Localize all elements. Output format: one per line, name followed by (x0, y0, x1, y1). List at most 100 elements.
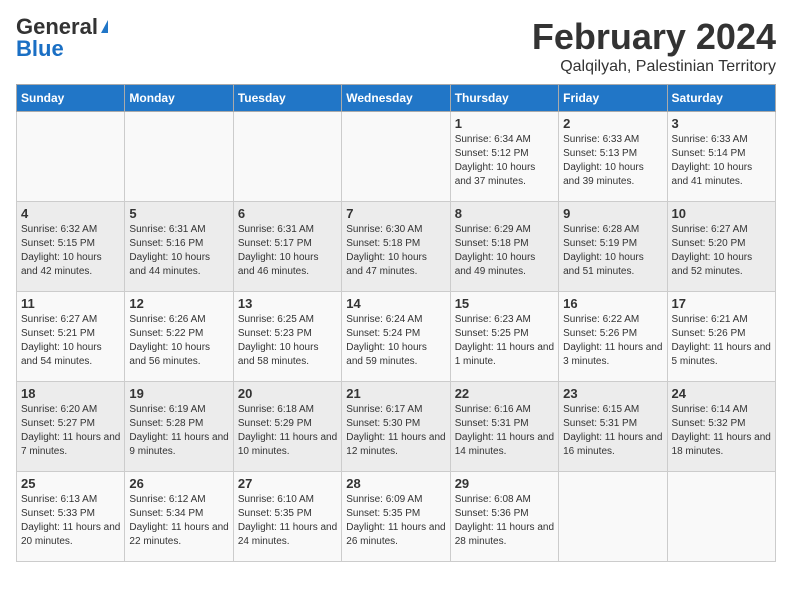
calendar-cell: 19Sunrise: 6:19 AM Sunset: 5:28 PM Dayli… (125, 382, 233, 472)
day-number: 9 (563, 206, 662, 221)
day-detail: Sunrise: 6:34 AM Sunset: 5:12 PM Dayligh… (455, 133, 554, 189)
day-detail: Sunrise: 6:32 AM Sunset: 5:15 PM Dayligh… (21, 223, 120, 279)
logo-general-text: General (16, 16, 98, 38)
day-number: 28 (346, 476, 445, 491)
day-detail: Sunrise: 6:31 AM Sunset: 5:17 PM Dayligh… (238, 223, 337, 279)
day-number: 2 (563, 116, 662, 131)
day-detail: Sunrise: 6:10 AM Sunset: 5:35 PM Dayligh… (238, 493, 337, 549)
calendar-cell: 16Sunrise: 6:22 AM Sunset: 5:26 PM Dayli… (559, 292, 667, 382)
calendar-cell: 25Sunrise: 6:13 AM Sunset: 5:33 PM Dayli… (17, 472, 125, 562)
day-number: 5 (129, 206, 228, 221)
weekday-header-friday: Friday (559, 85, 667, 112)
day-number: 15 (455, 296, 554, 311)
day-number: 27 (238, 476, 337, 491)
calendar-cell: 18 Sunrise: 6:20 AM Sunset: 5:27 PM Dayli… (17, 382, 125, 472)
calendar-cell: 26Sunrise: 6:12 AM Sunset: 5:34 PM Dayli… (125, 472, 233, 562)
day-number: 25 (21, 476, 120, 491)
day-number: 1 (455, 116, 554, 131)
calendar-cell: 2 Sunrise: 6:33 AM Sunset: 5:13 PM Daylig… (559, 112, 667, 202)
day-number: 29 (455, 476, 554, 491)
day-detail: Sunrise: 6:27 AM Sunset: 5:21 PM Dayligh… (21, 313, 120, 369)
day-number: 8 (455, 206, 554, 221)
week-row-1: 1 Sunrise: 6:34 AM Sunset: 5:12 PM Daylig… (17, 112, 776, 202)
calendar-cell (342, 112, 450, 202)
calendar-cell: 3Sunrise: 6:33 AM Sunset: 5:14 PM Daylig… (667, 112, 775, 202)
day-detail: Sunrise: 6:30 AM Sunset: 5:18 PM Dayligh… (346, 223, 445, 279)
calendar-cell: 29 Sunrise: 6:08 AM Sunset: 5:36 PM Dayli… (450, 472, 558, 562)
calendar-cell: 22 Sunrise: 6:16 AM Sunset: 5:31 PM Dayli… (450, 382, 558, 472)
day-detail: Sunrise: 6:15 AM Sunset: 5:31 PM Dayligh… (563, 403, 662, 459)
week-row-4: 18 Sunrise: 6:20 AM Sunset: 5:27 PM Dayli… (17, 382, 776, 472)
day-number: 12 (129, 296, 228, 311)
day-number: 6 (238, 206, 337, 221)
day-detail: Sunrise: 6:08 AM Sunset: 5:36 PM Dayligh… (455, 493, 554, 549)
day-detail: Sunrise: 6:18 AM Sunset: 5:29 PM Dayligh… (238, 403, 337, 459)
calendar-cell: 20 Sunrise: 6:18 AM Sunset: 5:29 PM Dayli… (233, 382, 341, 472)
day-detail: Sunrise: 6:20 AM Sunset: 5:27 PM Dayligh… (21, 403, 120, 459)
day-number: 13 (238, 296, 337, 311)
day-number: 16 (563, 296, 662, 311)
day-detail: Sunrise: 6:27 AM Sunset: 5:20 PM Dayligh… (672, 223, 771, 279)
month-title: February 2024 (532, 16, 776, 58)
weekday-header-saturday: Saturday (667, 85, 775, 112)
weekday-header-monday: Monday (125, 85, 233, 112)
calendar-cell (125, 112, 233, 202)
calendar-cell: 17Sunrise: 6:21 AM Sunset: 5:26 PM Dayli… (667, 292, 775, 382)
day-number: 23 (563, 386, 662, 401)
week-row-5: 25Sunrise: 6:13 AM Sunset: 5:33 PM Dayli… (17, 472, 776, 562)
calendar-cell: 7 Sunrise: 6:30 AM Sunset: 5:18 PM Daylig… (342, 202, 450, 292)
day-number: 22 (455, 386, 554, 401)
calendar-cell: 24 Sunrise: 6:14 AM Sunset: 5:32 PM Dayli… (667, 382, 775, 472)
weekday-header-wednesday: Wednesday (342, 85, 450, 112)
calendar-cell (233, 112, 341, 202)
calendar-cell: 15Sunrise: 6:23 AM Sunset: 5:25 PM Dayli… (450, 292, 558, 382)
day-detail: Sunrise: 6:16 AM Sunset: 5:31 PM Dayligh… (455, 403, 554, 459)
day-number: 10 (672, 206, 771, 221)
day-number: 4 (21, 206, 120, 221)
calendar-cell: 21 Sunrise: 6:17 AM Sunset: 5:30 PM Dayli… (342, 382, 450, 472)
calendar-cell (559, 472, 667, 562)
calendar-cell: 6 Sunrise: 6:31 AM Sunset: 5:17 PM Daylig… (233, 202, 341, 292)
day-number: 21 (346, 386, 445, 401)
title-area: February 2024 Qalqilyah, Palestinian Ter… (532, 16, 776, 76)
week-row-3: 11Sunrise: 6:27 AM Sunset: 5:21 PM Dayli… (17, 292, 776, 382)
logo-triangle-icon (101, 20, 108, 33)
weekday-header-row: SundayMondayTuesdayWednesdayThursdayFrid… (17, 85, 776, 112)
day-detail: Sunrise: 6:17 AM Sunset: 5:30 PM Dayligh… (346, 403, 445, 459)
weekday-header-sunday: Sunday (17, 85, 125, 112)
calendar-body: 1 Sunrise: 6:34 AM Sunset: 5:12 PM Daylig… (17, 112, 776, 562)
day-number: 14 (346, 296, 445, 311)
calendar-cell: 28Sunrise: 6:09 AM Sunset: 5:35 PM Dayli… (342, 472, 450, 562)
day-detail: Sunrise: 6:29 AM Sunset: 5:18 PM Dayligh… (455, 223, 554, 279)
weekday-header-thursday: Thursday (450, 85, 558, 112)
day-number: 24 (672, 386, 771, 401)
calendar-table: SundayMondayTuesdayWednesdayThursdayFrid… (16, 84, 776, 562)
calendar-cell: 1 Sunrise: 6:34 AM Sunset: 5:12 PM Daylig… (450, 112, 558, 202)
day-number: 20 (238, 386, 337, 401)
calendar-cell: 10 Sunrise: 6:27 AM Sunset: 5:20 PM Dayli… (667, 202, 775, 292)
day-detail: Sunrise: 6:24 AM Sunset: 5:24 PM Dayligh… (346, 313, 445, 369)
calendar-cell: 13Sunrise: 6:25 AM Sunset: 5:23 PM Dayli… (233, 292, 341, 382)
day-number: 3 (672, 116, 771, 131)
week-row-2: 4 Sunrise: 6:32 AM Sunset: 5:15 PM Daylig… (17, 202, 776, 292)
day-detail: Sunrise: 6:26 AM Sunset: 5:22 PM Dayligh… (129, 313, 228, 369)
calendar-cell (17, 112, 125, 202)
day-number: 7 (346, 206, 445, 221)
calendar-cell: 4 Sunrise: 6:32 AM Sunset: 5:15 PM Daylig… (17, 202, 125, 292)
day-number: 18 (21, 386, 120, 401)
weekday-header-tuesday: Tuesday (233, 85, 341, 112)
day-number: 19 (129, 386, 228, 401)
calendar-cell (667, 472, 775, 562)
calendar-cell: 9Sunrise: 6:28 AM Sunset: 5:19 PM Daylig… (559, 202, 667, 292)
calendar-cell: 27 Sunrise: 6:10 AM Sunset: 5:35 PM Dayli… (233, 472, 341, 562)
day-number: 26 (129, 476, 228, 491)
calendar-cell: 23 Sunrise: 6:15 AM Sunset: 5:31 PM Dayli… (559, 382, 667, 472)
calendar-cell: 5Sunrise: 6:31 AM Sunset: 5:16 PM Daylig… (125, 202, 233, 292)
day-number: 17 (672, 296, 771, 311)
calendar-cell: 14 Sunrise: 6:24 AM Sunset: 5:24 PM Dayli… (342, 292, 450, 382)
day-detail: Sunrise: 6:14 AM Sunset: 5:32 PM Dayligh… (672, 403, 771, 459)
day-detail: Sunrise: 6:33 AM Sunset: 5:13 PM Dayligh… (563, 133, 662, 189)
logo: General Blue (16, 16, 108, 60)
calendar-cell: 11Sunrise: 6:27 AM Sunset: 5:21 PM Dayli… (17, 292, 125, 382)
calendar-cell: 8 Sunrise: 6:29 AM Sunset: 5:18 PM Daylig… (450, 202, 558, 292)
